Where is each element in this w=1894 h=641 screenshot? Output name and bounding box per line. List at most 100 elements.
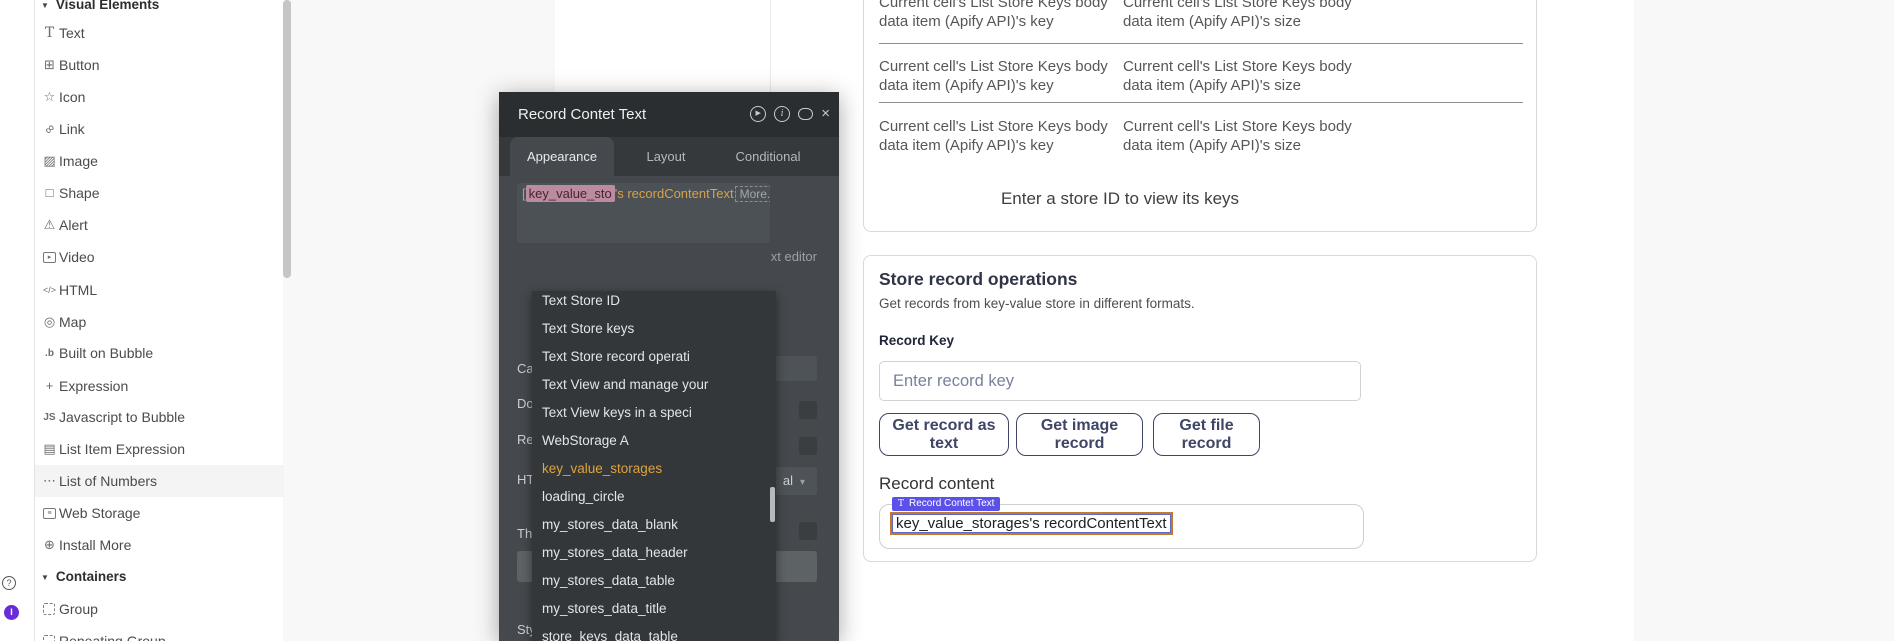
dropdown-option[interactable]: Text View and manage your (532, 371, 776, 399)
containers-header[interactable]: ▼Containers (41, 569, 126, 585)
expression-suffix[interactable]: 's recordContentText (615, 186, 734, 201)
sidebar-item-link[interactable]: ∞Link (35, 113, 284, 145)
sidebar-item-text[interactable]: TText (35, 17, 284, 49)
store-keys-card: Current cell's List Store Keys body data… (863, 0, 1537, 232)
dropdown-option[interactable]: Text Store record operati (532, 343, 776, 371)
alert-icon: ⚠ (41, 217, 58, 233)
js-icon: JS (41, 409, 58, 425)
get-file-record-button[interactable]: Get file record (1153, 413, 1260, 456)
sidebar-scrollbar[interactable] (283, 0, 291, 278)
dropdown-option[interactable]: Text View keys in a speci (532, 399, 776, 427)
sidebar-item-button[interactable]: ⊞Button (35, 49, 284, 81)
sidebar-item-install-more[interactable]: ⊕Install More (35, 529, 284, 561)
left-rail: ? I (0, 0, 34, 641)
shape-icon: □ (41, 185, 58, 201)
record-key-input[interactable] (879, 361, 1361, 401)
code-icon: </> (41, 282, 58, 298)
visual-elements-header-label: Visual Elements (56, 0, 159, 12)
dropdown-option[interactable]: my_stores_data_blank (532, 511, 776, 539)
text-editor-link[interactable]: xt editor (771, 249, 817, 264)
info-icon[interactable]: i (774, 106, 790, 122)
dropdown-option[interactable]: my_stores_data_table (532, 567, 776, 595)
bubble-editor-screen: ? I ▼ Visual Elements TText ⊞Button ☆Icon… (0, 0, 1894, 641)
expression-token[interactable]: key_value_sto (526, 185, 615, 202)
key-cell: Current cell's List Store Keys body data… (879, 57, 1127, 95)
dialog-tab-bar: Appearance Layout Conditional (499, 137, 839, 176)
dialog-body: [key_value_sto's recordContentTextMore..… (499, 176, 839, 641)
sidebar-item-map[interactable]: ◎Map (35, 306, 284, 338)
sidebar-item-shape[interactable]: □Shape (35, 177, 284, 209)
checkbox-2[interactable] (799, 437, 817, 455)
card-subtitle: Get records from key-value store in diff… (879, 296, 1195, 311)
element-boundary-line (770, 0, 771, 92)
tab-appearance[interactable]: Appearance (510, 137, 614, 176)
group-icon (43, 603, 55, 615)
dropdown-option[interactable]: WebStorage A (532, 427, 776, 455)
tab-conditional[interactable]: Conditional (718, 137, 818, 176)
key-cell: Current cell's List Store Keys body data… (879, 117, 1127, 155)
storage-icon: ≡ (43, 508, 56, 519)
repeating-group-icon (43, 635, 55, 641)
preview-play-icon[interactable]: ▶ (750, 106, 766, 122)
plus-circle-icon: ⊕ (41, 537, 58, 553)
size-cell: Current cell's List Store Keys body data… (1123, 0, 1371, 31)
dialog-title: Record Contet Text (518, 92, 646, 137)
property-editor-dialog: Record Contet Text ▶ i × Appearance Layo… (499, 92, 839, 641)
dropdown-option[interactable]: Text Store ID (532, 291, 776, 315)
row-separator (879, 102, 1523, 103)
comment-icon[interactable] (798, 108, 813, 120)
store-record-operations-card: Store record operations Get records from… (863, 255, 1537, 562)
sidebar-item-alert[interactable]: ⚠Alert (35, 209, 284, 241)
get-record-as-text-button[interactable]: Get record as text (879, 413, 1009, 456)
link-icon: ∞ (41, 121, 58, 137)
sidebar-item-image[interactable]: ▨Image (35, 145, 284, 177)
sidebar-item-html[interactable]: </>HTML (35, 274, 284, 306)
dynamic-expression-composer[interactable]: [key_value_sto's recordContentTextMore..… (517, 183, 770, 243)
sidebar-item-group[interactable]: Group (35, 593, 284, 625)
record-content-label: Record content (879, 474, 994, 494)
row-separator (879, 43, 1523, 44)
visual-elements-header[interactable]: ▼ Visual Elements (41, 0, 159, 13)
more-button[interactable]: More... (735, 186, 770, 202)
autocomplete-dropdown: Text Store ID Text Store keys Text Store… (532, 291, 776, 641)
dialog-titlebar[interactable]: Record Contet Text ▶ i × (499, 92, 839, 137)
checkbox-1[interactable] (799, 401, 817, 419)
dropdown-option[interactable]: loading_circle (532, 483, 776, 511)
chat-bubble-icon[interactable]: I (4, 605, 19, 620)
get-image-record-button[interactable]: Get image record (1016, 413, 1143, 456)
checkbox-3[interactable] (799, 522, 817, 540)
field-label-5: Th (517, 526, 532, 541)
video-icon: ▸ (43, 252, 56, 263)
empty-state-text: Enter a store ID to view its keys (879, 189, 1361, 209)
sidebar-item-expression[interactable]: +Expression (35, 370, 284, 402)
size-cell: Current cell's List Store Keys body data… (1123, 117, 1371, 155)
sidebar-item-video[interactable]: ▸Video (35, 241, 284, 273)
text-element-icon: T (898, 499, 904, 509)
dropdown-option[interactable]: my_stores_data_header (532, 539, 776, 567)
collapse-triangle-icon: ▼ (41, 573, 49, 582)
sidebar-item-web-storage[interactable]: ≡Web Storage (35, 497, 284, 529)
dropdown-option[interactable]: Text Store keys (532, 315, 776, 343)
sidebar-item-built-on-bubble[interactable]: .bBuilt on Bubble (35, 337, 284, 369)
sidebar-item-repeating-group[interactable]: Repeating Group (35, 625, 284, 641)
elements-sidebar: ▼ Visual Elements TText ⊞Button ☆Icon ∞Li… (34, 0, 283, 641)
dropdown-option[interactable]: store_keys_data_table (532, 623, 776, 641)
star-icon: ☆ (41, 89, 58, 105)
help-icon[interactable]: ? (2, 576, 16, 590)
selected-text-element[interactable]: key_value_storages's recordContentText (890, 512, 1173, 535)
bubble-logo-icon: .b (41, 345, 58, 361)
dropdown-option-highlighted[interactable]: key_value_storages (532, 455, 776, 483)
text-icon: T (41, 25, 58, 41)
clipboard-icon: ▤ (41, 441, 58, 457)
sidebar-item-list-of-numbers[interactable]: ⋯List of Numbers (35, 465, 284, 497)
plus-icon: + (41, 378, 58, 394)
sidebar-item-javascript-to-bubble[interactable]: JSJavascript to Bubble (35, 401, 284, 433)
record-key-label: Record Key (879, 333, 954, 348)
tab-layout[interactable]: Layout (616, 137, 716, 176)
close-icon[interactable]: × (821, 106, 830, 122)
collapse-triangle-icon: ▼ (41, 1, 49, 10)
dropdown-option[interactable]: my_stores_data_title (532, 595, 776, 623)
sidebar-item-icon[interactable]: ☆Icon (35, 81, 284, 113)
dropdown-scrollbar[interactable] (770, 487, 775, 522)
sidebar-item-list-item-expression[interactable]: ▤List Item Expression (35, 433, 284, 465)
